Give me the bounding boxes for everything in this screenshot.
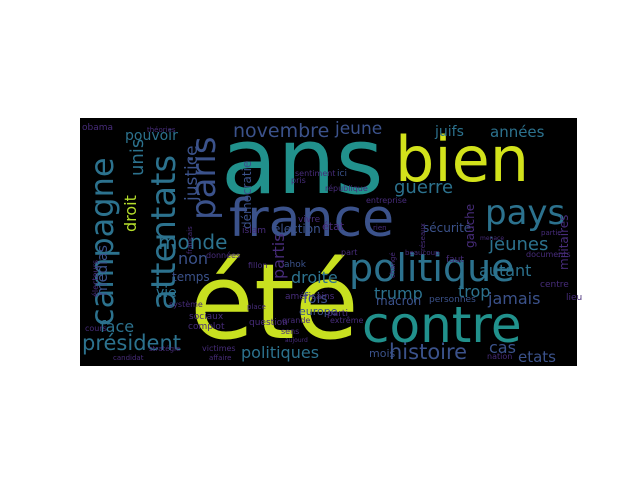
word-islam: islam [242, 226, 266, 236]
word-fillon: fillon [248, 261, 267, 270]
word-ahok: ahok [284, 260, 307, 270]
word-annees: années [490, 123, 545, 141]
word-complot: complot [188, 322, 225, 332]
word-droit: droit [121, 195, 140, 232]
word-pays: pays [485, 193, 565, 233]
word-rien: rien [373, 224, 387, 232]
word-strategie: stratégie [149, 345, 180, 353]
word-vivre: vivre [298, 215, 321, 225]
word-ici: ici [337, 169, 347, 179]
word-democratie: démocratie [240, 161, 254, 229]
word-etat: état [322, 220, 345, 233]
word-personnes: personnes [429, 295, 476, 305]
word-vie: vie [156, 285, 177, 301]
word-documents: documents [526, 250, 571, 259]
word-guerre: guerre [394, 177, 453, 198]
word-novembre: novembre [233, 120, 329, 142]
word-cours: cours [85, 324, 107, 333]
word-cloud: ans bienétéfrancecontrepolitiqueparisatte… [80, 108, 582, 366]
word-republique: république [325, 183, 368, 193]
word-change: changé [389, 252, 397, 278]
word-nation: nation [487, 352, 512, 361]
word-justice: justice [182, 145, 202, 202]
word-pris: pris [291, 176, 306, 185]
word-mois: mois [369, 347, 396, 360]
word-campagne: campagne [83, 157, 121, 326]
word-candidat: candidat [113, 354, 144, 362]
word-affaire: affaire [209, 354, 231, 362]
word-sociaux: sociaux [189, 312, 224, 322]
word-gauche: gauche [463, 204, 477, 248]
word-centre: centre [540, 280, 569, 290]
word-partis: partis [269, 233, 288, 279]
word-entreprise: entreprise [366, 196, 407, 205]
word-theories: théories [147, 126, 176, 134]
word-jeune: jeune [334, 119, 382, 139]
word-donnees: données [206, 250, 240, 260]
word-juifs: juifs [434, 124, 464, 140]
word-extreme: extrême [330, 315, 363, 325]
word-menace: menace [480, 235, 504, 242]
word-etats: etats [518, 348, 556, 366]
word-politiques: politiques [241, 343, 319, 362]
word-temps: temps [172, 270, 210, 284]
word-francais: français [186, 226, 194, 254]
word-histoire: histoire [389, 340, 467, 364]
word-unis: unis [127, 139, 148, 176]
word-electeurs: électeurs [90, 260, 100, 297]
word-faut: faut [446, 255, 464, 265]
word-obama: obama [82, 123, 113, 133]
word-partie: partie [541, 229, 562, 237]
word-militaires: militaires [557, 215, 571, 270]
word-part: part [341, 248, 357, 257]
word-grande: grande [282, 316, 310, 325]
word-systeme: système [169, 299, 203, 309]
word-lieu: lieu [566, 293, 582, 303]
word-autant: autant [479, 261, 531, 280]
word-victimes: victimes [202, 344, 236, 353]
word-macron: macron [376, 294, 421, 308]
word-jamais: jamais [487, 289, 540, 308]
word-droite: droite [291, 268, 338, 287]
word-sens: sens [281, 327, 299, 336]
word-reseaux: réseaux [419, 223, 427, 251]
word-place: place [247, 303, 266, 311]
word-americains: américains [285, 291, 335, 302]
word-aujourd: aujourd [285, 337, 308, 344]
